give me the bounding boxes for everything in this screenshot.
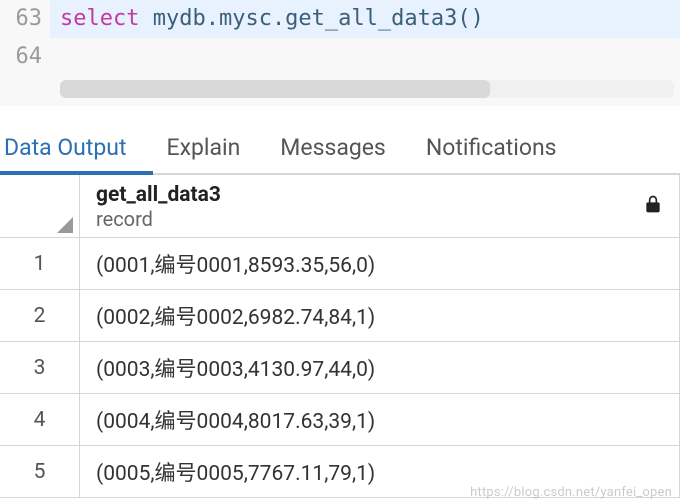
- scrollbar-thumb[interactable]: [60, 80, 490, 98]
- data-cell[interactable]: (0003,编号0003,4130.97,44,0): [80, 342, 680, 393]
- editor-line[interactable]: 63select mydb.mysc.get_all_data3(): [0, 0, 680, 38]
- line-number: 63: [0, 0, 50, 38]
- line-number: 64: [0, 38, 50, 76]
- data-cell[interactable]: (0002,编号0002,6982.74,84,1): [80, 290, 680, 341]
- tab-data-output[interactable]: Data Output: [0, 120, 153, 175]
- column-name: get_all_data3: [96, 183, 221, 207]
- row-number[interactable]: 2: [0, 290, 80, 341]
- select-all-triangle-icon: [57, 217, 73, 233]
- tab-explain[interactable]: Explain: [167, 120, 267, 173]
- editor-horizontal-scrollbar[interactable]: [60, 80, 674, 98]
- table-row[interactable]: 4(0004,编号0004,8017.63,39,1): [0, 394, 680, 446]
- lock-icon: [643, 193, 663, 221]
- results-tabs: Data Output ExplainMessages Notifications: [0, 120, 680, 175]
- code-content[interactable]: select mydb.mysc.get_all_data3(): [50, 0, 680, 38]
- table-row[interactable]: 3(0003,编号0003,4130.97,44,0): [0, 342, 680, 394]
- table-row[interactable]: 2(0002,编号0002,6982.74,84,1): [0, 290, 680, 342]
- tab-notifications[interactable]: Notifications: [426, 120, 583, 173]
- results-grid: get_all_data3 record 1(0001,编号0001,8593.…: [0, 175, 680, 498]
- data-cell[interactable]: (0005,编号0005,7767.11,79,1): [80, 446, 680, 497]
- table-row[interactable]: 5(0005,编号0005,7767.11,79,1): [0, 446, 680, 498]
- row-number[interactable]: 1: [0, 238, 80, 289]
- data-cell[interactable]: (0004,编号0004,8017.63,39,1): [80, 394, 680, 445]
- sql-editor[interactable]: 63select mydb.mysc.get_all_data3()64: [0, 0, 680, 106]
- editor-line[interactable]: 64: [0, 38, 680, 76]
- grid-header-row: get_all_data3 record: [0, 175, 680, 238]
- grid-corner[interactable]: [0, 175, 80, 237]
- column-type: record: [96, 207, 221, 231]
- row-number[interactable]: 3: [0, 342, 80, 393]
- table-row[interactable]: 1(0001,编号0001,8593.35,56,0): [0, 238, 680, 290]
- row-number[interactable]: 5: [0, 446, 80, 497]
- tab-messages[interactable]: Messages: [280, 120, 412, 173]
- data-cell[interactable]: (0001,编号0001,8593.35,56,0): [80, 238, 680, 289]
- column-header[interactable]: get_all_data3 record: [80, 175, 680, 237]
- row-number[interactable]: 4: [0, 394, 80, 445]
